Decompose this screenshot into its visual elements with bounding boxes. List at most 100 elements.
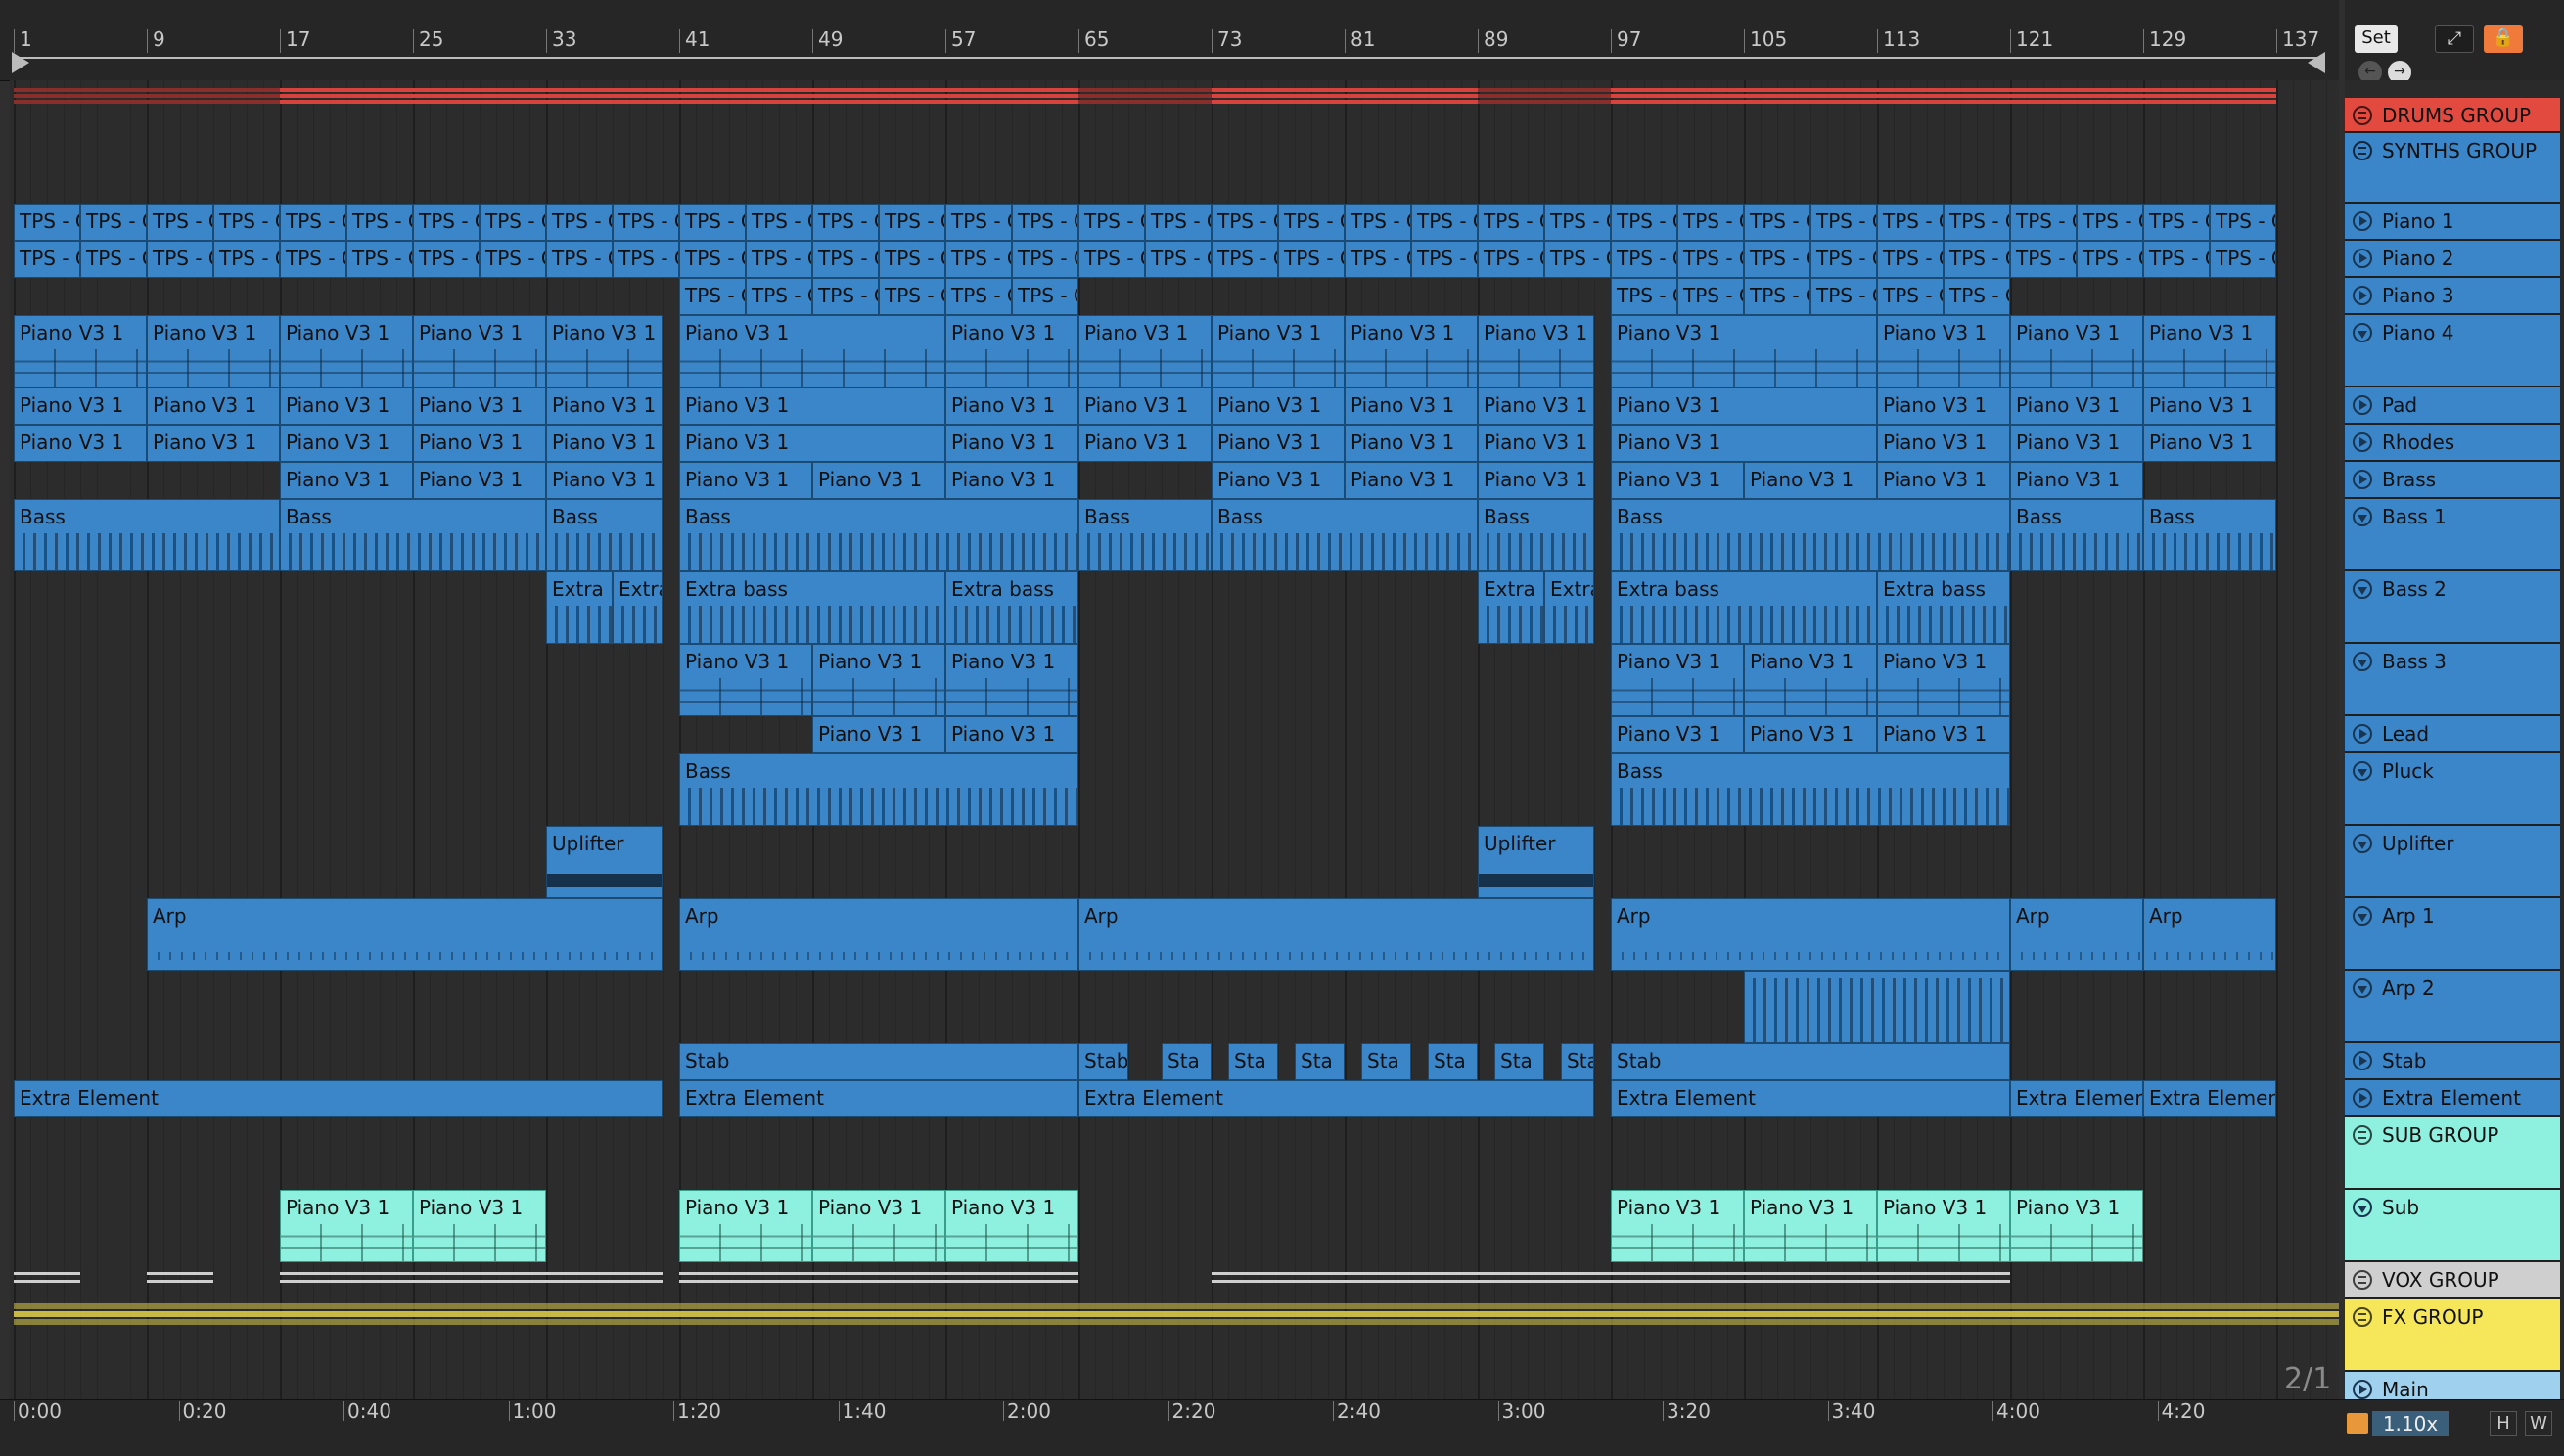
- clip[interactable]: Bass: [679, 753, 1078, 826]
- track-arrow-icon[interactable]: [2353, 1051, 2372, 1070]
- clip[interactable]: TPS - C: [679, 278, 746, 315]
- clip[interactable]: Piano V3 1: [413, 387, 546, 425]
- fold-icon[interactable]: [2353, 761, 2372, 781]
- clip[interactable]: TPS - C: [945, 278, 1012, 315]
- clip[interactable]: Piano V3 1: [1345, 425, 1478, 462]
- track-arrow-icon[interactable]: [2353, 470, 2372, 489]
- clip[interactable]: Bass: [1611, 753, 2010, 826]
- clip[interactable]: Piano V3 1: [812, 716, 945, 753]
- group-fold-icon[interactable]: [2353, 1307, 2372, 1327]
- clip[interactable]: TPS - C: [812, 278, 879, 315]
- clip[interactable]: Bass: [2143, 499, 2276, 571]
- fold-icon[interactable]: [2353, 834, 2372, 853]
- clip[interactable]: Piano V3 1: [2010, 425, 2143, 462]
- clip[interactable]: Extra bass: [1611, 571, 1877, 644]
- track-arrow-icon[interactable]: [2353, 724, 2372, 744]
- clip[interactable]: Piano V3 1: [1078, 387, 1212, 425]
- track-header-piano-1[interactable]: Piano 1: [2345, 204, 2560, 241]
- clip[interactable]: TPS - C: [2210, 241, 2276, 278]
- clip[interactable]: TPS - C: [480, 204, 546, 241]
- track-header-drums-group[interactable]: DRUMS GROUP: [2345, 98, 2560, 133]
- clip[interactable]: Stab: [1611, 1043, 2010, 1080]
- clip[interactable]: TPS - C: [280, 204, 346, 241]
- clip[interactable]: Extra bass: [945, 571, 1078, 644]
- track-header-piano-2[interactable]: Piano 2: [2345, 241, 2560, 278]
- clip[interactable]: TPS - C: [1744, 204, 1810, 241]
- clip[interactable]: Stab: [1078, 1043, 1128, 1080]
- clip[interactable]: Piano V3 1: [1078, 315, 1212, 387]
- track-header-fx-group[interactable]: FX GROUP: [2345, 1299, 2560, 1372]
- clip[interactable]: TPS - C: [1611, 204, 1677, 241]
- clip[interactable]: TPS - C: [1810, 278, 1877, 315]
- clip[interactable]: TPS - C: [613, 241, 679, 278]
- clip[interactable]: Piano V3 1: [1345, 315, 1478, 387]
- clip[interactable]: Piano V3 1: [147, 425, 280, 462]
- clip[interactable]: Extra bass: [1877, 571, 2010, 644]
- clip[interactable]: TPS - C: [1544, 204, 1611, 241]
- clip[interactable]: Extra Element: [2143, 1080, 2276, 1117]
- clip[interactable]: Piano V3 1: [1478, 462, 1594, 499]
- clip[interactable]: TPS - C: [80, 241, 147, 278]
- clip[interactable]: TPS - C: [2143, 241, 2210, 278]
- clip[interactable]: Sta: [1162, 1043, 1212, 1080]
- clip[interactable]: Piano V3 1: [1877, 644, 2010, 716]
- clip[interactable]: TPS - C: [1744, 278, 1810, 315]
- track-arrow-icon[interactable]: [2353, 1088, 2372, 1108]
- clip[interactable]: TPS - C: [679, 241, 746, 278]
- clip[interactable]: Piano V3 1: [546, 387, 663, 425]
- clip[interactable]: Piano V3 1: [1478, 315, 1594, 387]
- clip[interactable]: TPS - C: [812, 204, 879, 241]
- clip[interactable]: Arp: [147, 898, 663, 971]
- clip[interactable]: Bass: [1078, 499, 1212, 571]
- clip[interactable]: Piano V3 1: [280, 425, 413, 462]
- clip[interactable]: Piano V3 1: [679, 1190, 812, 1262]
- clip[interactable]: TPS - C: [213, 241, 280, 278]
- clip[interactable]: Bass: [546, 499, 663, 571]
- clip[interactable]: Piano V3 1: [945, 644, 1078, 716]
- clip[interactable]: Piano V3 1: [280, 315, 413, 387]
- clip[interactable]: Piano V3 1: [1877, 425, 2010, 462]
- clip[interactable]: TPS - C: [546, 204, 613, 241]
- track-arrow-icon[interactable]: [2353, 286, 2372, 305]
- clip[interactable]: Bass: [2010, 499, 2143, 571]
- clip[interactable]: TPS - C: [1544, 241, 1611, 278]
- clip[interactable]: Piano V3 1: [945, 425, 1078, 462]
- clip[interactable]: Stab: [679, 1043, 1078, 1080]
- fold-icon[interactable]: [2353, 579, 2372, 599]
- clip[interactable]: TPS - C: [1278, 241, 1345, 278]
- clip[interactable]: Piano V3 1: [945, 462, 1078, 499]
- clip[interactable]: Sta: [1295, 1043, 1345, 1080]
- clip[interactable]: Bass: [679, 499, 1078, 571]
- track-header-bass-3[interactable]: Bass 3: [2345, 644, 2560, 716]
- clip[interactable]: TPS - C: [1212, 204, 1278, 241]
- clip[interactable]: TPS - C: [746, 278, 812, 315]
- clip[interactable]: TPS - C: [213, 204, 280, 241]
- clip[interactable]: TPS - C: [1212, 241, 1278, 278]
- clip[interactable]: TPS - C: [1877, 241, 1944, 278]
- track-header-pad[interactable]: Pad: [2345, 387, 2560, 425]
- clip[interactable]: Extra Element: [1078, 1080, 1594, 1117]
- clip[interactable]: Piano V3 1: [1345, 462, 1478, 499]
- clip[interactable]: Piano V3 1: [1212, 387, 1345, 425]
- clip[interactable]: TPS - C: [1611, 241, 1677, 278]
- clip[interactable]: Piano V3 1: [812, 462, 945, 499]
- clip[interactable]: Piano V3 1: [2010, 462, 2143, 499]
- clip[interactable]: Extra Element: [1611, 1080, 2010, 1117]
- clip[interactable]: Piano V3 1: [1611, 387, 1877, 425]
- clip[interactable]: Piano V3 1: [280, 387, 413, 425]
- clip[interactable]: Piano V3 1: [1611, 644, 1744, 716]
- clip[interactable]: Sta: [1228, 1043, 1278, 1080]
- clip[interactable]: Piano V3 1: [679, 644, 812, 716]
- clip[interactable]: Piano V3 1: [1877, 315, 2010, 387]
- clip[interactable]: Piano V3 1: [679, 462, 812, 499]
- clip[interactable]: TPS - C: [1944, 241, 2010, 278]
- clip[interactable]: TPS - C: [1810, 204, 1877, 241]
- clip[interactable]: TPS - C: [1944, 204, 2010, 241]
- lock-icon[interactable]: 🔒: [2484, 25, 2523, 53]
- fold-icon[interactable]: [2353, 652, 2372, 671]
- clip[interactable]: Bass: [1212, 499, 1478, 571]
- expand-icon[interactable]: ⤢: [2435, 25, 2474, 53]
- clip[interactable]: Extra Element: [679, 1080, 1078, 1117]
- track-header-stab[interactable]: Stab: [2345, 1043, 2560, 1080]
- clip[interactable]: Sta: [1428, 1043, 1478, 1080]
